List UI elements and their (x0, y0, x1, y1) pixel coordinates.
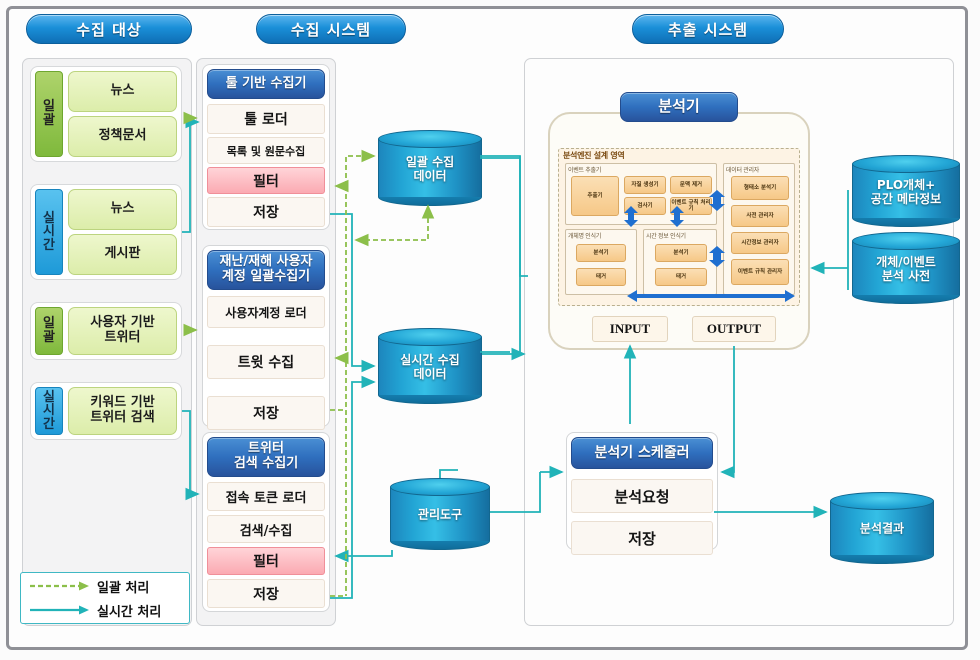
datastore-plo-line2: 공간 메타정보 (870, 192, 942, 207)
module-disaster-title-line1: 재난/재해 사용자 (219, 254, 313, 270)
module-tool-collector-header: 툴 기반 수집기 (207, 69, 325, 99)
legend-row-batch: 일괄 처리 (29, 577, 181, 596)
engine-internal-arrows (624, 190, 795, 302)
cylinder-top (390, 478, 490, 496)
source-group-keyword-twitter: 실시간 키워드 기반 트위터 검색 (30, 382, 182, 440)
datastore-realtime-label: 실시간 수집 데이터 (378, 353, 482, 382)
source-item-bulletin-board: 게시판 (68, 234, 177, 275)
source-group-user-twitter: 일괄 사용자 기반 트위터 (30, 302, 182, 360)
datastore-dict-label: 개체/이벤트 분석 사전 (852, 255, 960, 284)
module-analysis-scheduler: 분석기 스케줄러 분석요청 저장 (566, 432, 718, 555)
datastore-batch-line2: 데이터 (413, 169, 447, 184)
cylinder-top (830, 492, 934, 510)
datastore-result-label: 분석결과 (830, 522, 934, 536)
diagram-root: 수집 대상 수집 시스템 추출 시스템 일괄 뉴스 정책문서 실시간 뉴스 게시… (0, 0, 980, 660)
analyzer-title: 분석기 (620, 92, 738, 122)
legend-label-batch: 일괄 처리 (97, 580, 150, 596)
source-item-policy-doc: 정책문서 (68, 116, 177, 157)
datastore-result-line1: 분석결과 (859, 521, 905, 536)
datastore-batch-collected: 일괄 수집 데이터 (378, 130, 482, 206)
datastore-plo-line1: PLO개체+ (876, 178, 936, 193)
source-item-user-based-twitter: 사용자 기반 트위터 (68, 307, 177, 355)
datastore-batch-line1: 일괄 수집 (405, 155, 455, 170)
module-row-tool-loader: 툴 로더 (207, 104, 325, 134)
datastore-realtime-line1: 실시간 수집 (400, 353, 460, 368)
source-tag-batch-2: 일괄 (35, 307, 63, 355)
legend-dashed-arrow-icon (30, 581, 89, 591)
module-twitter-title-line1: 트위터 (248, 441, 284, 457)
module-row-user-account-loader: 사용자계정 로더 (207, 296, 325, 328)
legend-solid-arrow-icon (30, 605, 89, 615)
module-row-access-token-loader: 접속 토큰 로더 (207, 482, 325, 511)
module-row-disaster-store: 저장 (207, 396, 325, 430)
module-row-analysis-request: 분석요청 (571, 479, 713, 513)
module-twitter-search-collector: 트위터 검색 수집기 접속 토큰 로더 검색/수집 필터 저장 (202, 432, 330, 612)
source-tag-realtime-2: 실시간 (35, 387, 63, 435)
module-tool-collector: 툴 기반 수집기 툴 로더 목록 및 원문수집 필터 저장 (202, 64, 330, 230)
datastore-dict-line1: 개체/이벤트 (876, 255, 936, 270)
datastore-plo-label: PLO개체+ 공간 메타정보 (852, 178, 960, 207)
section-header-extract-system: 추출 시스템 (632, 14, 784, 44)
analyzer-output-box: OUTPUT (692, 316, 776, 342)
module-row-search-collect: 검색/수집 (207, 515, 325, 543)
datastore-realtime-collected: 실시간 수집 데이터 (378, 328, 482, 404)
datastore-admin-label: 관리도구 (390, 508, 490, 522)
source-item-keyword-twitter-search: 키워드 기반 트위터 검색 (68, 387, 177, 435)
module-row-list-fulltext-collect: 목록 및 원문수집 (207, 137, 325, 164)
datastore-entity-event-dictionary: 개체/이벤트 분석 사전 (852, 232, 960, 304)
datastore-admin-line1: 관리도구 (417, 507, 463, 522)
module-row-tweet-collect: 트윗 수집 (207, 345, 325, 379)
source-item-news-realtime: 뉴스 (68, 189, 177, 230)
module-disaster-collector: 재난/재해 사용자 계정 일괄수집기 사용자계정 로더 트윗 수집 저장 (202, 245, 330, 430)
module-disaster-collector-header: 재난/재해 사용자 계정 일괄수집기 (207, 250, 325, 290)
module-row-twitter-store: 저장 (207, 579, 325, 608)
source-tag-batch-1: 일괄 (35, 71, 63, 157)
source-group-batch-news: 일괄 뉴스 정책문서 (30, 66, 182, 162)
datastore-batch-label: 일괄 수집 데이터 (378, 155, 482, 184)
datastore-admin-tool: 관리도구 (390, 478, 490, 550)
legend-label-realtime: 실시간 처리 (97, 604, 162, 620)
module-disaster-title-line2: 계정 일괄수집기 (221, 269, 311, 284)
cylinder-top (852, 155, 960, 173)
source-item-news-batch: 뉴스 (68, 71, 177, 112)
module-row-scheduler-store: 저장 (571, 521, 713, 555)
analyzer-input-box: INPUT (592, 316, 668, 342)
module-row-tool-filter: 필터 (207, 167, 325, 194)
datastore-analysis-result: 분석결과 (830, 492, 934, 564)
module-row-twitter-filter: 필터 (207, 547, 325, 575)
section-header-collect-target: 수집 대상 (26, 14, 192, 44)
source-tag-realtime-1: 실시간 (35, 189, 63, 275)
source-group-realtime-news: 실시간 뉴스 게시판 (30, 184, 182, 280)
module-scheduler-header: 분석기 스케줄러 (571, 437, 713, 469)
analysis-engine-design-area: 분석엔진 설계 영역 이벤트 추출기 추출기 자질 생성기 문맥 제거 검사기 … (558, 148, 800, 306)
section-header-collect-system: 수집 시스템 (256, 14, 406, 44)
legend: 일괄 처리 실시간 처리 (20, 572, 190, 624)
legend-row-realtime: 실시간 처리 (29, 601, 181, 620)
module-row-tool-store: 저장 (207, 197, 325, 227)
cylinder-top (378, 328, 482, 346)
cylinder-top (852, 232, 960, 250)
datastore-plo-spatial-meta: PLO개체+ 공간 메타정보 (852, 155, 960, 227)
module-twitter-title-line2: 검색 수집기 (233, 456, 299, 471)
module-twitter-collector-header: 트위터 검색 수집기 (207, 437, 325, 477)
cylinder-top (378, 130, 482, 148)
datastore-realtime-line2: 데이터 (413, 367, 447, 382)
datastore-dict-line2: 분석 사전 (881, 269, 931, 284)
